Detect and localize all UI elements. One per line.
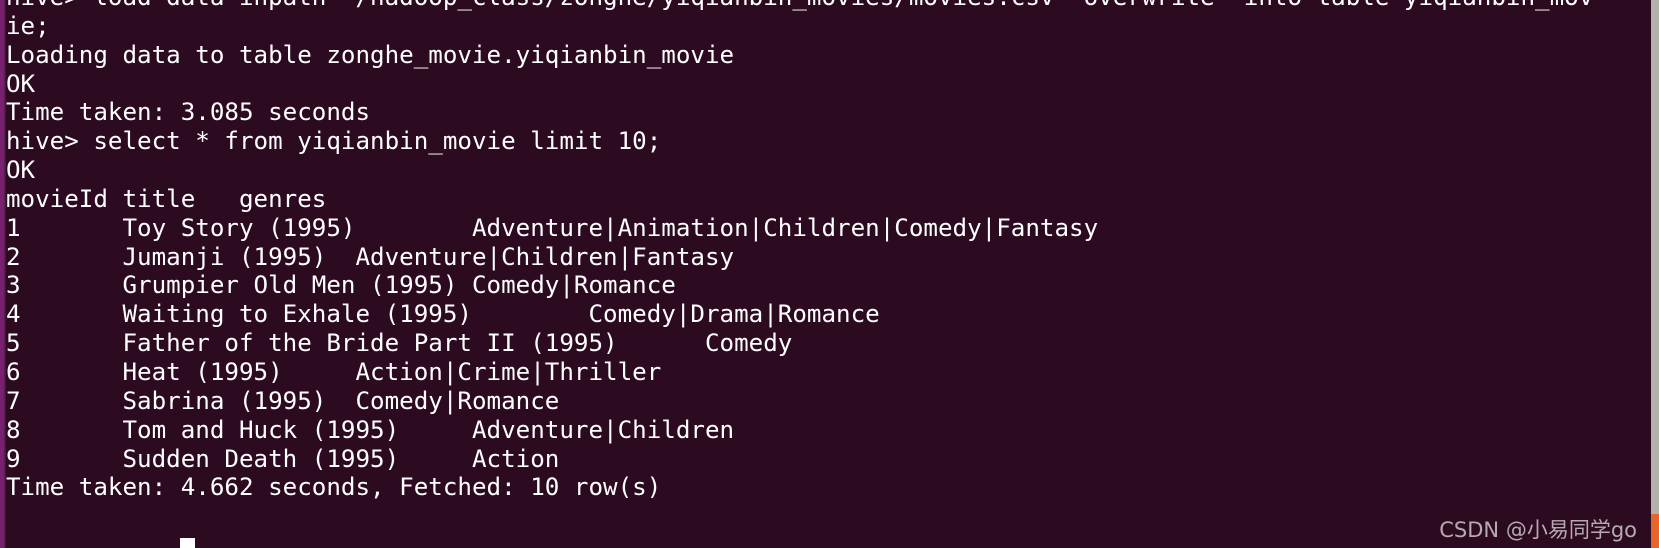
terminal-line: 9 Sudden Death (1995) Action [6,444,560,473]
terminal-line: 1 Toy Story (1995) Adventure|Animation|C… [6,213,1099,242]
scrollbar-track[interactable] [1651,0,1659,548]
terminal-line: 3 Grumpier Old Men (1995) Comedy|Romance [6,271,676,300]
terminal-line: 2 Jumanji (1995) Adventure|Children|Fant… [6,242,735,271]
terminal-line: OK [6,156,36,185]
text-cursor [180,538,195,548]
terminal-line: 8 Tom and Huck (1995) Adventure|Children [6,415,735,444]
terminal-line: 6 Heat (1995) Action|Crime|Thriller [6,357,662,386]
terminal-output[interactable]: hive> load data inpath '/hadoop_class/zo… [6,0,1646,502]
terminal-line: ie; [6,11,50,40]
terminal-line: hive> select * from yiqianbin_movie limi… [6,127,662,156]
terminal-line: Loading data to table zonghe_movie.yiqia… [6,40,735,69]
terminal-line: OK [6,69,36,98]
scrollbar-thumb[interactable] [1651,514,1659,548]
terminal-line: 5 Father of the Bride Part II (1995) Com… [6,329,793,358]
terminal-line: 7 Sabrina (1995) Comedy|Romance [6,386,560,415]
terminal-line: Time taken: 3.085 seconds [6,98,371,127]
terminal-window: hive> create table if not exists yiqianb… [0,0,1659,548]
terminal-line: Time taken: 4.662 seconds, Fetched: 10 r… [6,473,662,502]
csdn-watermark: CSDN @小易同学go [1439,518,1637,542]
terminal-line: movieId title genres [6,184,327,213]
terminal-line: hive> load data inpath '/hadoop_class/zo… [6,0,1646,12]
terminal-line: 4 Waiting to Exhale (1995) Comedy|Drama|… [6,300,880,329]
